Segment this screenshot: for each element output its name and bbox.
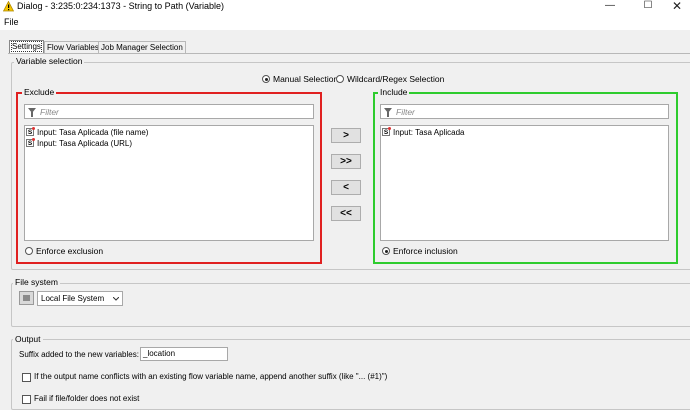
filter-icon [28, 108, 36, 117]
exclude-filter-input[interactable]: Filter [24, 104, 314, 119]
add-button[interactable]: > [331, 128, 361, 143]
conflict-suffix-checkbox[interactable] [22, 373, 31, 382]
string-variable-icon: S [382, 127, 391, 136]
add-all-button[interactable]: >> [331, 154, 361, 169]
exclude-filter-placeholder: Filter [40, 107, 59, 117]
window-title: Dialog - 3:235:0:234:1373 - String to Pa… [17, 1, 224, 11]
fail-if-not-exist-label[interactable]: Fail if file/folder does not exist [34, 394, 139, 403]
fail-if-not-exist-checkbox[interactable] [22, 395, 31, 404]
enforce-inclusion-radio[interactable] [382, 247, 390, 255]
manual-selection-label[interactable]: Manual Selection [273, 74, 338, 84]
maximize-icon[interactable]: ☐ [635, 0, 661, 12]
remove-all-button[interactable]: << [331, 206, 361, 221]
suffix-label: Suffix added to the new variables: [19, 350, 139, 359]
string-variable-icon: S [26, 138, 35, 147]
manual-selection-radio[interactable] [262, 75, 270, 83]
file-system-dropdown[interactable]: Local File System [37, 291, 123, 306]
list-item[interactable]: S Input: Tasa Aplicada (URL) [25, 138, 313, 149]
filter-icon [384, 108, 392, 117]
enforce-exclusion-radio[interactable] [25, 247, 33, 255]
exclude-title: Exclude [22, 87, 57, 97]
file-system-legend: File system [13, 277, 60, 287]
conflict-suffix-label[interactable]: If the output name conflicts with an exi… [34, 372, 387, 381]
menu-bar [0, 14, 690, 30]
menu-file[interactable]: File [4, 17, 19, 27]
minimize-icon[interactable]: — [597, 0, 623, 12]
wildcard-regex-radio[interactable] [336, 75, 344, 83]
enforce-inclusion-label[interactable]: Enforce inclusion [393, 246, 458, 256]
variable-selection-legend: Variable selection [14, 56, 85, 66]
file-system-icon [19, 291, 34, 305]
string-variable-icon: S [26, 127, 35, 136]
chevron-down-icon [113, 297, 119, 301]
list-item[interactable]: S Input: Tasa Aplicada (file name) [25, 127, 313, 138]
include-list[interactable]: S Input: Tasa Aplicada [380, 125, 669, 241]
include-title: Include [378, 87, 410, 97]
remove-button[interactable]: < [331, 180, 361, 195]
wildcard-regex-label[interactable]: Wildcard/Regex Selection [347, 74, 444, 84]
include-filter-placeholder: Filter [396, 107, 415, 117]
include-filter-input[interactable]: Filter [380, 104, 669, 119]
tab-settings[interactable]: Settings [9, 40, 44, 54]
close-icon[interactable]: ✕ [664, 0, 690, 12]
suffix-input[interactable]: _location [140, 347, 228, 361]
enforce-exclusion-label[interactable]: Enforce exclusion [36, 246, 103, 256]
exclude-list[interactable]: S Input: Tasa Aplicada (file name) S Inp… [24, 125, 314, 241]
output-legend: Output [13, 334, 43, 344]
warning-triangle-icon [3, 1, 14, 12]
list-item[interactable]: S Input: Tasa Aplicada [381, 127, 668, 138]
